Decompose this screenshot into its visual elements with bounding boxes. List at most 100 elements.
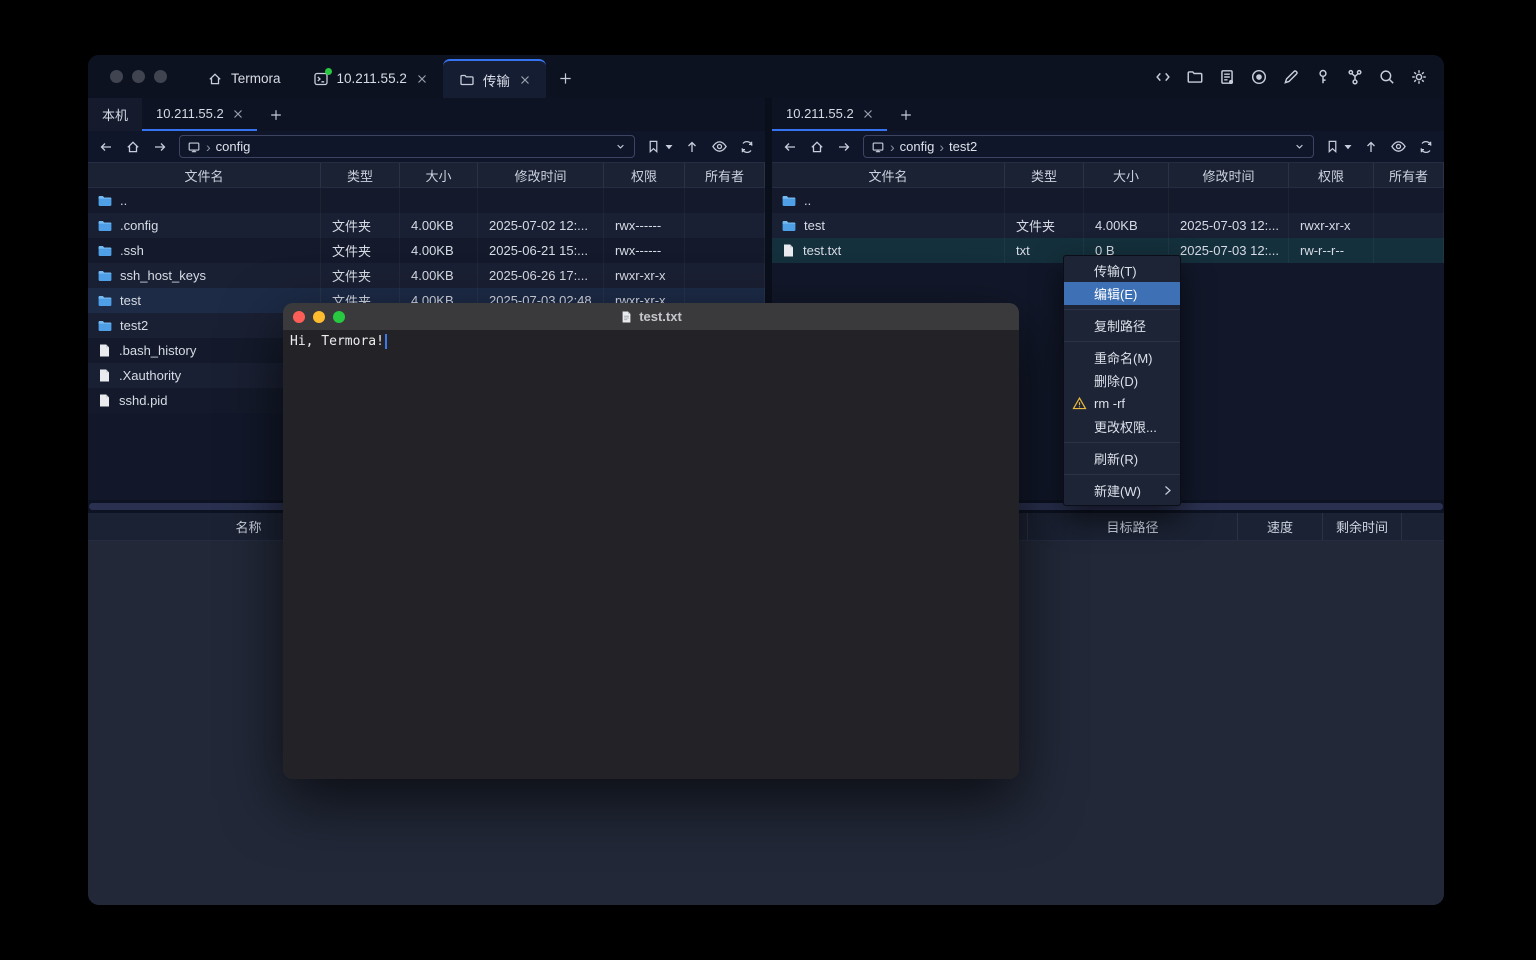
column-header[interactable]: 文件名	[88, 163, 321, 187]
menu-separator	[1064, 442, 1180, 443]
column-header[interactable]: 速度	[1238, 513, 1323, 540]
file-perms: rwx------	[604, 238, 685, 263]
menu-item-refresh[interactable]: 刷新(R)	[1064, 447, 1180, 470]
keychain-icon[interactable]	[1346, 68, 1364, 86]
tab-ssh-session[interactable]: 10.211.55.2	[297, 59, 443, 98]
file-name: .bash_history	[119, 343, 196, 358]
menu-item-rm-rf[interactable]: rm -rf	[1064, 392, 1180, 415]
search-icon[interactable]	[1378, 68, 1396, 86]
chevron-down-icon[interactable]	[614, 140, 627, 153]
tab-remote-host[interactable]: 10.211.55.2	[772, 98, 887, 131]
file-modified: 2025-07-03 12:...	[1169, 238, 1289, 263]
table-row[interactable]: ..	[772, 188, 1444, 213]
new-panel-tab-button[interactable]	[887, 98, 925, 131]
code-icon[interactable]	[1154, 68, 1172, 86]
file-name: .config	[120, 218, 158, 233]
close-tab-icon[interactable]	[520, 75, 530, 85]
column-header[interactable]: 大小	[1084, 163, 1169, 187]
home-icon[interactable]	[809, 139, 825, 155]
column-header[interactable]: 权限	[604, 163, 685, 187]
upload-parent-icon[interactable]	[684, 139, 700, 155]
caret-down-icon[interactable]	[1344, 144, 1352, 150]
menu-item-copy-path[interactable]: 复制路径	[1064, 314, 1180, 337]
path-bar[interactable]: › config › test2	[863, 135, 1314, 158]
show-hidden-eye-icon[interactable]	[711, 138, 728, 155]
tab-transfer[interactable]: 传输	[443, 59, 546, 98]
path-separator: ›	[206, 139, 211, 155]
tab-local[interactable]: 本机	[88, 98, 142, 131]
left-toolbar: › config	[88, 131, 765, 162]
file-name: test	[804, 218, 825, 233]
pencil-icon[interactable]	[1282, 68, 1300, 86]
show-hidden-eye-icon[interactable]	[1390, 138, 1407, 155]
minimize-window-button[interactable]	[132, 70, 145, 83]
column-header[interactable]: 文件名	[772, 163, 1005, 187]
table-row[interactable]: ssh_host_keys 文件夹 4.00KB 2025-06-26 17:.…	[88, 263, 765, 288]
log-icon[interactable]	[1218, 68, 1236, 86]
tab-termora-home[interactable]: Termora	[191, 59, 297, 98]
table-row[interactable]: test 文件夹 4.00KB 2025-07-03 12:... rwxr-x…	[772, 213, 1444, 238]
close-tab-icon[interactable]	[233, 109, 243, 119]
column-header[interactable]: 目标路径	[1028, 513, 1238, 540]
forward-icon[interactable]	[836, 139, 852, 155]
new-tab-button[interactable]	[546, 59, 585, 98]
key-icon[interactable]	[1314, 68, 1332, 86]
column-header[interactable]: 类型	[321, 163, 400, 187]
file-size	[400, 188, 478, 213]
zoom-window-button[interactable]	[154, 70, 167, 83]
back-icon[interactable]	[782, 139, 798, 155]
bookmark-icon[interactable]	[646, 139, 661, 154]
refresh-icon[interactable]	[739, 139, 755, 155]
menu-item-delete[interactable]: 删除(D)	[1064, 369, 1180, 392]
column-header[interactable]: 权限	[1289, 163, 1374, 187]
file-icon	[97, 368, 112, 383]
table-row[interactable]: ..	[88, 188, 765, 213]
path-segment[interactable]: config	[900, 139, 935, 154]
tab-label: Termora	[231, 71, 281, 86]
file-modified: 2025-06-21 15:...	[478, 238, 604, 263]
settings-gear-icon[interactable]	[1410, 68, 1428, 86]
folder-icon	[781, 218, 797, 234]
menu-item-new[interactable]: 新建(W)	[1064, 479, 1180, 502]
table-row[interactable]: .ssh 文件夹 4.00KB 2025-06-21 15:... rwx---…	[88, 238, 765, 263]
refresh-icon[interactable]	[1418, 139, 1434, 155]
tab-remote-host[interactable]: 10.211.55.2	[142, 98, 257, 131]
menu-item-edit[interactable]: 编辑(E)	[1064, 282, 1180, 305]
close-tab-icon[interactable]	[417, 74, 427, 84]
column-header[interactable]: 修改时间	[1169, 163, 1289, 187]
home-icon[interactable]	[125, 139, 141, 155]
column-header[interactable]: 类型	[1005, 163, 1084, 187]
menu-separator	[1064, 341, 1180, 342]
new-panel-tab-button[interactable]	[257, 98, 295, 131]
file-size: 4.00KB	[400, 263, 478, 288]
path-separator: ›	[939, 139, 944, 155]
menu-item-rename[interactable]: 重命名(M)	[1064, 346, 1180, 369]
editor-title: test.txt	[639, 309, 682, 324]
folder-icon[interactable]	[1186, 68, 1204, 86]
menu-item-chmod[interactable]: 更改权限...	[1064, 415, 1180, 438]
path-segment[interactable]: config	[216, 139, 251, 154]
close-tab-icon[interactable]	[863, 109, 873, 119]
column-header[interactable]: 所有者	[1374, 163, 1444, 187]
chevron-down-icon[interactable]	[1293, 140, 1306, 153]
caret-down-icon[interactable]	[665, 144, 673, 150]
back-icon[interactable]	[98, 139, 114, 155]
close-window-button[interactable]	[110, 70, 123, 83]
column-header[interactable]: 剩余时间	[1323, 513, 1402, 540]
file-type: 文件夹	[321, 213, 400, 238]
forward-icon[interactable]	[152, 139, 168, 155]
upload-parent-icon[interactable]	[1363, 139, 1379, 155]
computer-icon	[871, 140, 885, 154]
table-row[interactable]: .config 文件夹 4.00KB 2025-07-02 12:... rwx…	[88, 213, 765, 238]
column-header[interactable]: 修改时间	[478, 163, 604, 187]
editor-titlebar[interactable]: test.txt	[283, 303, 1019, 330]
file-name: .Xauthority	[119, 368, 181, 383]
path-segment[interactable]: test2	[949, 139, 977, 154]
path-bar[interactable]: › config	[179, 135, 635, 158]
column-header[interactable]: 大小	[400, 163, 478, 187]
editor-content[interactable]: Hi, Termora!	[283, 330, 1019, 779]
record-icon[interactable]	[1250, 68, 1268, 86]
menu-item-transfer[interactable]: 传输(T)	[1064, 259, 1180, 282]
bookmark-icon[interactable]	[1325, 139, 1340, 154]
column-header[interactable]: 所有者	[685, 163, 765, 187]
